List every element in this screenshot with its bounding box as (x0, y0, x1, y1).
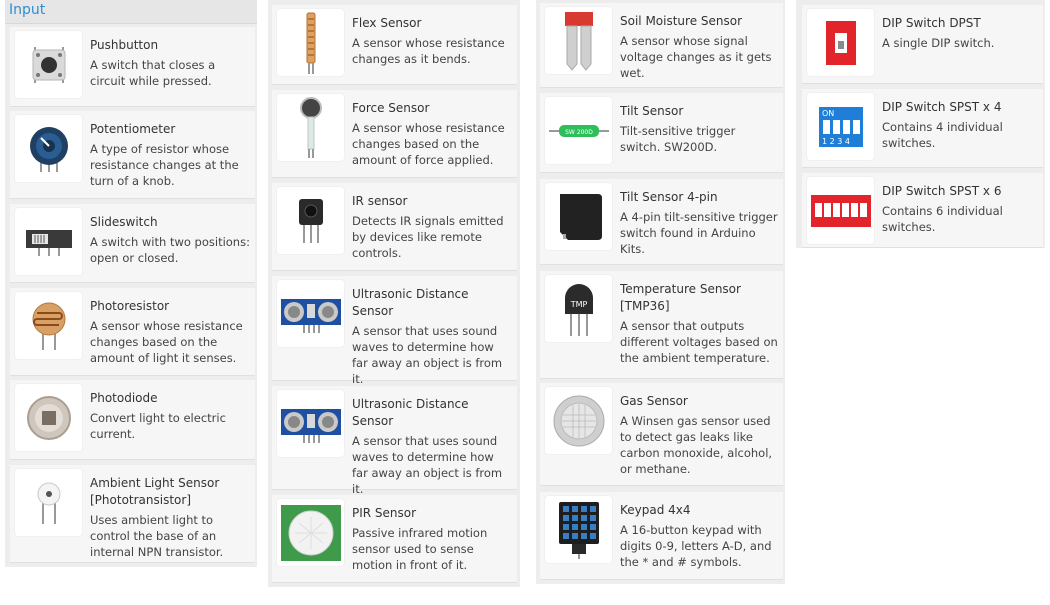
temperature-sensor-icon: TMP (545, 275, 612, 342)
tilt-sensor-4pin-icon (545, 183, 612, 250)
gas-sensor-icon (545, 387, 612, 454)
component-card-dip-switch-4[interactable]: ON 1 2 3 4 DIP Switch SPST x 4 Contains … (802, 89, 1043, 168)
component-name: Pushbutton (90, 38, 159, 52)
component-name: Keypad 4x4 (620, 503, 691, 517)
component-card-photoresistor[interactable]: Photoresistor A sensor whose resistance … (10, 288, 255, 376)
component-name: DIP Switch SPST x 4 (882, 100, 1002, 114)
component-card-temperature-sensor[interactable]: TMP Temperature Sensor [TMP36] A sensor … (540, 271, 783, 379)
component-card-flex-sensor[interactable]: Flex Sensor A sensor whose resistance ch… (272, 5, 517, 85)
component-description: A 4-pin tilt-sensitive trigger switch fo… (620, 210, 778, 256)
component-column-1: Input Pushbutton A switch that closes a … (5, 0, 257, 567)
component-name: Soil Moisture Sensor (620, 14, 743, 28)
pir-sensor-icon (277, 499, 344, 566)
component-name: IR sensor (352, 194, 408, 208)
component-description: A sensor whose signal voltage changes as… (620, 34, 772, 80)
force-sensor-icon (277, 94, 344, 161)
component-description: Passive infrared motion sensor used to s… (352, 526, 488, 572)
component-description: Tilt-sensitive trigger switch. SW200D. (620, 124, 736, 154)
component-description: Uses ambient light to control the base o… (90, 513, 224, 559)
component-description: A type of resistor whose resistance chan… (90, 142, 239, 188)
component-card-slideswitch[interactable]: Slideswitch A switch with two positions:… (10, 204, 255, 283)
potentiometer-icon (15, 115, 82, 182)
component-name: Tilt Sensor 4-pin (620, 190, 718, 204)
component-name: Ambient Light Sensor [Phototransistor] (90, 476, 220, 507)
section-title-input: Input (5, 0, 257, 24)
component-card-ir-sensor[interactable]: IR sensor Detects IR signals emitted by … (272, 183, 517, 271)
component-card-soil-moisture-sensor[interactable]: Soil Moisture Sensor A sensor whose sign… (540, 3, 783, 88)
tilt-sensor-icon: SW 200D (545, 97, 612, 164)
photodiode-icon (15, 384, 82, 451)
dip-switch-dpst-icon (807, 9, 874, 76)
dip-switch-on-label: ON (822, 109, 834, 118)
component-card-gas-sensor[interactable]: Gas Sensor A Winsen gas sensor used to d… (540, 383, 783, 486)
dip-switch-digits: 1 2 3 4 (822, 137, 850, 146)
component-description: Convert light to electric current. (90, 411, 226, 441)
component-description: Contains 4 individual switches. (882, 120, 1003, 150)
component-name: Ultrasonic Distance Sensor (352, 397, 469, 428)
component-description: Contains 6 individual switches. (882, 204, 1003, 234)
component-card-ultrasonic-sensor-2[interactable]: Ultrasonic Distance Sensor A sensor that… (272, 386, 517, 496)
component-name: DIP Switch SPST x 6 (882, 184, 1002, 198)
component-description: Detects IR signals emitted by devices li… (352, 214, 504, 260)
component-card-potentiometer[interactable]: Potentiometer A type of resistor whose r… (10, 111, 255, 199)
component-column-3: Soil Moisture Sensor A sensor whose sign… (536, 0, 785, 584)
phototransistor-icon (15, 469, 82, 536)
ultrasonic-sensor-icon (277, 280, 344, 347)
component-card-ultrasonic-sensor-1[interactable]: Ultrasonic Distance Sensor A sensor that… (272, 276, 517, 386)
component-description: A sensor whose resistance changes based … (352, 121, 505, 167)
component-name: Ultrasonic Distance Sensor (352, 287, 469, 318)
component-column-4: DIP Switch DPST A single DIP switch. ON … (796, 0, 1045, 248)
component-card-dip-switch-dpst[interactable]: DIP Switch DPST A single DIP switch. (802, 5, 1043, 84)
component-description: A sensor that uses sound waves to determ… (352, 434, 503, 496)
component-name: Force Sensor (352, 101, 430, 115)
component-card-tilt-sensor[interactable]: SW 200D Tilt Sensor Tilt-sensitive trigg… (540, 93, 783, 173)
component-name: Gas Sensor (620, 394, 688, 408)
component-name: PIR Sensor (352, 506, 417, 520)
component-card-dip-switch-6[interactable]: DIP Switch SPST x 6 Contains 6 individua… (802, 173, 1043, 248)
component-name: Flex Sensor (352, 16, 422, 30)
ultrasonic-sensor-icon (277, 390, 344, 457)
soil-moisture-icon (545, 7, 612, 74)
component-description: A switch that closes a circuit while pre… (90, 58, 216, 88)
component-name: Tilt Sensor (620, 104, 684, 118)
component-card-photodiode[interactable]: Photodiode Convert light to electric cur… (10, 380, 255, 460)
component-name: Temperature Sensor [TMP36] (620, 282, 741, 313)
tilt-sensor-chip-label: SW 200D (565, 129, 593, 136)
component-card-force-sensor[interactable]: Force Sensor A sensor whose resistance c… (272, 90, 517, 178)
dip-switch-6-icon (807, 177, 874, 244)
component-description: A sensor whose resistance changes as it … (352, 36, 505, 66)
component-card-phototransistor[interactable]: Ambient Light Sensor [Phototransistor] U… (10, 465, 255, 563)
component-description: A Winsen gas sensor used to detect gas l… (620, 414, 773, 476)
component-description: A sensor that outputs different voltages… (620, 319, 778, 365)
slideswitch-icon (15, 208, 82, 275)
component-name: Potentiometer (90, 122, 176, 136)
component-description: A 16-button keypad with digits 0-9, lett… (620, 523, 772, 569)
component-name: Photodiode (90, 391, 158, 405)
pushbutton-icon (15, 31, 82, 98)
ir-sensor-icon (277, 187, 344, 254)
temperature-sensor-chip-label: TMP (569, 300, 587, 309)
component-name: DIP Switch DPST (882, 16, 981, 30)
component-description: A sensor whose resistance changes based … (90, 319, 243, 365)
component-description: A switch with two positions: open or clo… (90, 235, 250, 265)
keypad-icon (545, 496, 612, 563)
component-card-pir-sensor[interactable]: PIR Sensor Passive infrared motion senso… (272, 495, 517, 583)
flex-sensor-icon (277, 9, 344, 76)
photoresistor-icon (15, 292, 82, 359)
component-name: Photoresistor (90, 299, 170, 313)
component-description: A single DIP switch. (882, 36, 995, 50)
dip-switch-4-icon: ON 1 2 3 4 (807, 93, 874, 160)
component-name: Slideswitch (90, 215, 158, 229)
component-column-2: Flex Sensor A sensor whose resistance ch… (268, 0, 520, 587)
component-card-keypad[interactable]: Keypad 4x4 A 16-button keypad with digit… (540, 492, 783, 580)
component-card-tilt-sensor-4pin[interactable]: Tilt Sensor 4-pin A 4-pin tilt-sensitive… (540, 179, 783, 265)
component-card-pushbutton[interactable]: Pushbutton A switch that closes a circui… (10, 27, 255, 107)
component-description: A sensor that uses sound waves to determ… (352, 324, 503, 386)
